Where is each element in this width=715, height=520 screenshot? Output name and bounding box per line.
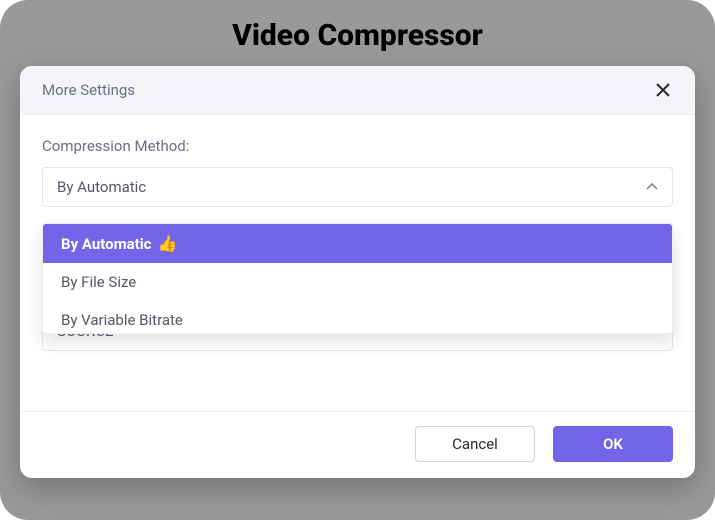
- compression-method-value: By Automatic: [57, 178, 146, 196]
- compression-method-dropdown: By Automatic 👍 By File Size By Variable …: [42, 223, 673, 334]
- compression-method-label: Compression Method:: [42, 137, 673, 155]
- dropdown-option-automatic[interactable]: By Automatic 👍: [43, 224, 672, 263]
- dropdown-option-label: By File Size: [61, 273, 136, 291]
- more-settings-modal: More Settings Compression Method: By Aut…: [20, 66, 695, 478]
- dropdown-pointer: [69, 223, 85, 224]
- modal-title: More Settings: [42, 81, 135, 99]
- close-icon: [656, 83, 670, 97]
- modal-body: Compression Method: By Automatic SOURCE …: [20, 115, 695, 411]
- modal-footer: Cancel OK: [20, 411, 695, 478]
- dropdown-option-label: By Variable Bitrate: [61, 311, 183, 329]
- compression-method-select[interactable]: By Automatic: [42, 167, 673, 207]
- chevron-up-icon: [646, 183, 658, 191]
- thumbs-up-icon: 👍: [157, 234, 177, 253]
- dropdown-option-label: By Automatic: [61, 235, 151, 253]
- dropdown-option-filesize[interactable]: By File Size: [43, 263, 672, 301]
- cancel-button[interactable]: Cancel: [415, 426, 535, 462]
- close-button[interactable]: [653, 80, 673, 100]
- ok-button[interactable]: OK: [553, 426, 673, 462]
- dropdown-option-variable-bitrate[interactable]: By Variable Bitrate: [43, 301, 672, 333]
- modal-header: More Settings: [20, 66, 695, 115]
